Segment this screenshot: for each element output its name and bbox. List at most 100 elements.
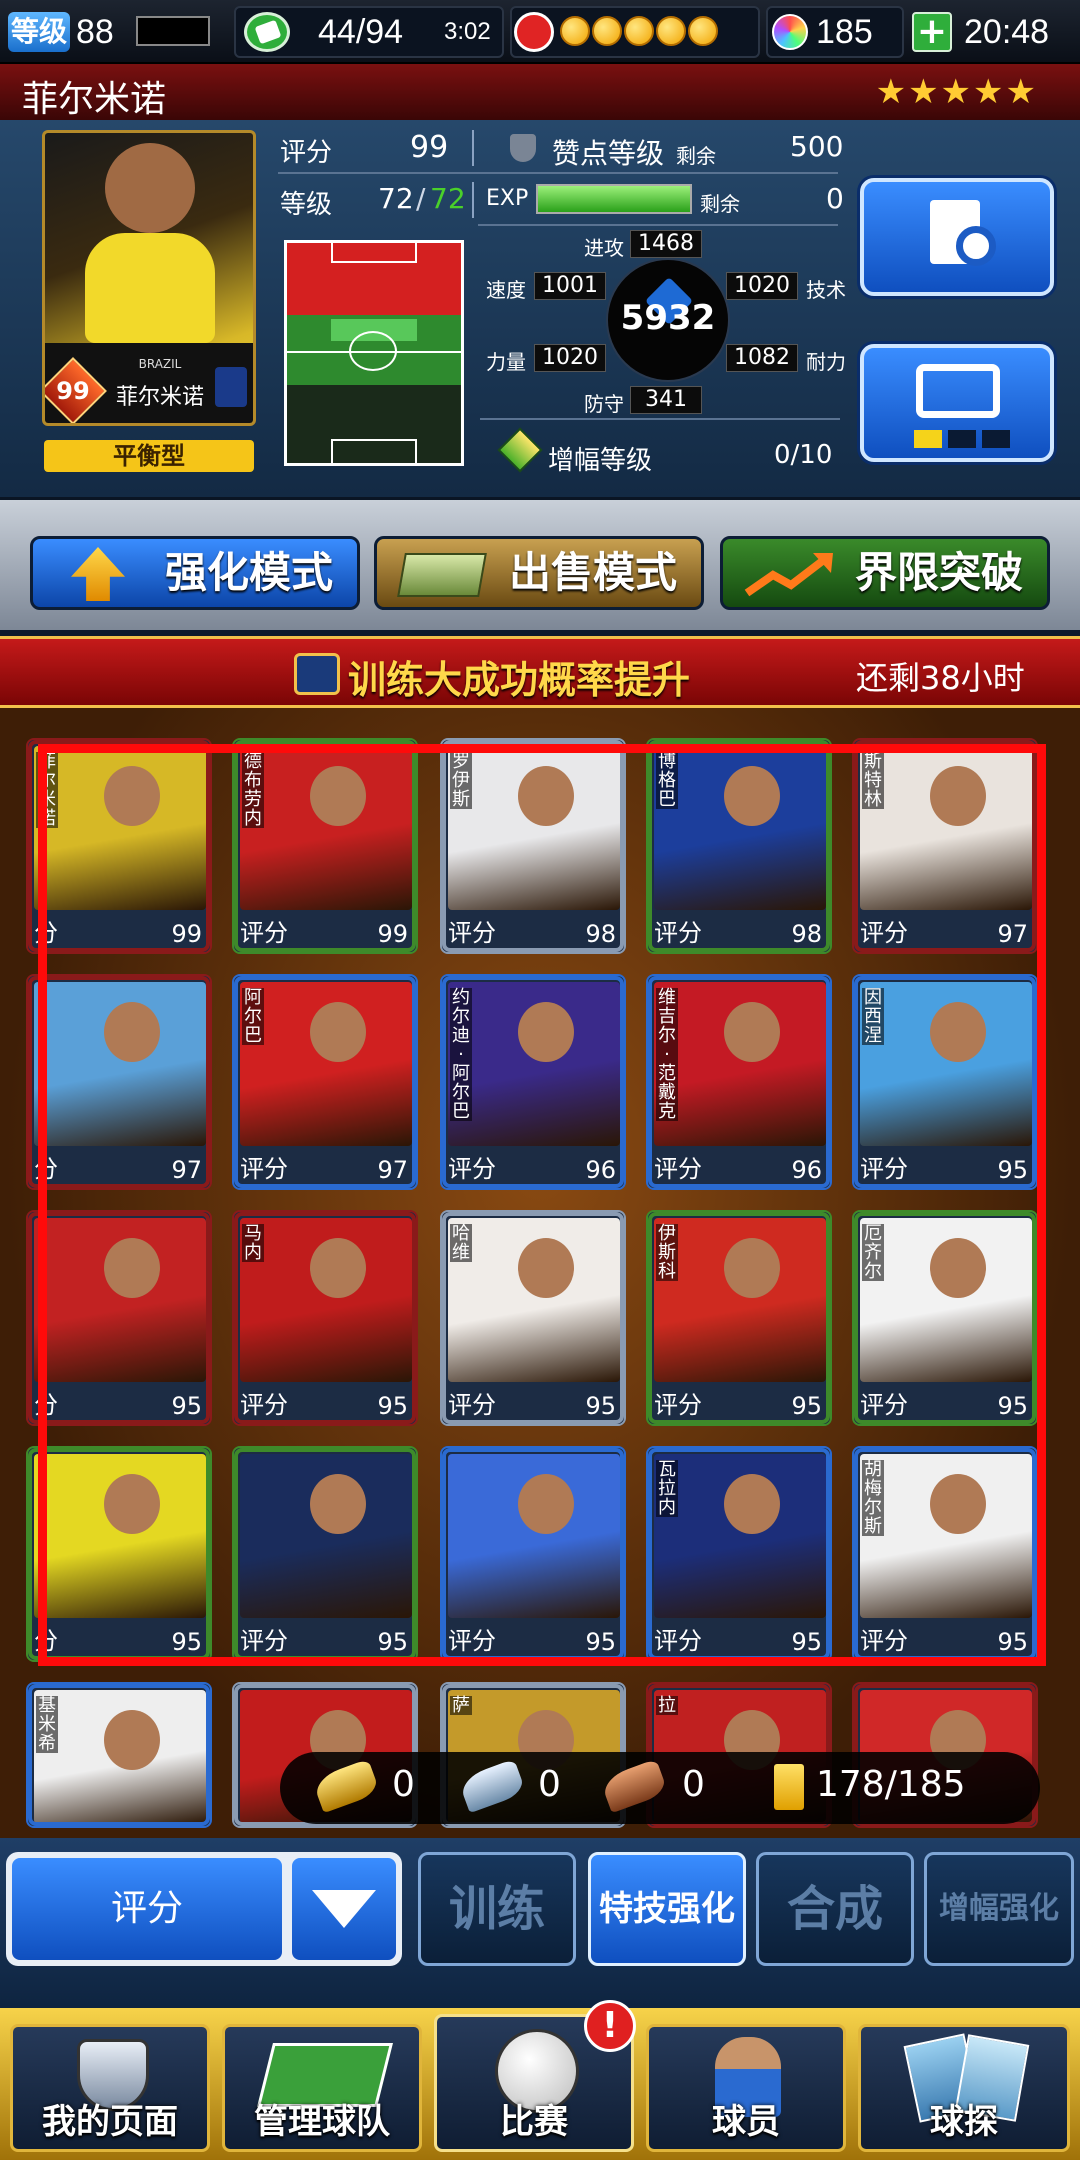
player-portrait — [105, 143, 195, 233]
banner-remaining: 还剩38小时 — [856, 659, 1025, 697]
defense-value: 341 — [630, 386, 702, 414]
card-name: 菲尔米诺 — [115, 385, 204, 410]
nav-manage-team[interactable]: 管理球队 — [222, 2024, 422, 2152]
event-banner: 训练大成功概率提升 还剩38小时 — [0, 636, 1080, 708]
gold-boot-count: 0 — [392, 1764, 415, 1805]
rating-value: 99 — [410, 130, 449, 165]
swap-arrows-icon — [916, 364, 1000, 418]
nav-scout[interactable]: 球探 — [858, 2024, 1070, 2152]
nav-players[interactable]: 球员 — [646, 2024, 846, 2152]
cbf-badge-icon — [215, 367, 247, 407]
gold-boot-icon — [311, 1758, 381, 1814]
exp-label: EXP — [486, 186, 529, 211]
attack-label: 进攻 — [584, 236, 624, 260]
merge-button[interactable]: 合成 — [756, 1852, 914, 1966]
stamina-label: 耐力 — [806, 350, 846, 374]
ball-shop-icon[interactable] — [514, 12, 554, 52]
exp-bar — [536, 184, 692, 214]
bronze-boot-count: 0 — [682, 1764, 705, 1805]
level-progress-bar — [136, 16, 210, 46]
boost-value: 0/10 — [774, 440, 833, 470]
bronze-boot-icon — [599, 1758, 669, 1814]
divider — [472, 130, 474, 166]
player-jersey — [85, 233, 215, 343]
divider — [480, 418, 840, 420]
praise-label: 赞点等级 — [552, 137, 665, 170]
praise-remaining-label: 剩余 — [676, 144, 716, 168]
position-field — [284, 240, 464, 466]
divider — [278, 172, 838, 174]
chevron-down-icon — [312, 1890, 376, 1928]
energy-value: 44/94 — [318, 13, 404, 51]
resource-bar: 0 0 0 178/185 — [280, 1752, 1040, 1824]
boost-enhance-button[interactable]: 增幅强化 — [924, 1852, 1074, 1966]
enhance-mode-button[interactable]: 强化模式 — [30, 536, 360, 610]
divider — [472, 182, 474, 218]
skill-value: 1020 — [726, 272, 798, 300]
coin-row — [560, 16, 720, 46]
status-bar: 等级 88 44/94 3:02 185 + 20:48 — [0, 0, 1080, 64]
exp-remaining: 0 — [826, 182, 844, 215]
power-label: 力量 — [486, 350, 526, 374]
sell-mode-button[interactable]: 出售模式 — [374, 536, 704, 610]
rating-label: 评分 — [280, 138, 333, 168]
energy-icon — [244, 12, 290, 52]
play-style-badge: 平衡型 — [44, 440, 254, 472]
defense-label: 防守 — [584, 392, 624, 416]
praise-shield-icon — [510, 134, 536, 162]
card-rating: 99 — [56, 377, 90, 405]
trophy-shirt-icon — [294, 653, 340, 695]
exp-bar-fill — [538, 186, 690, 212]
magnifier-icon — [956, 226, 996, 266]
coin-icon — [592, 16, 622, 46]
rarity-stars: ★★★★★ — [875, 72, 1038, 112]
player-card-image[interactable]: 99 BRAZIL 菲尔米诺 — [42, 130, 256, 426]
silver-boot-count: 0 — [538, 1764, 561, 1805]
gem-icon — [772, 14, 808, 50]
card-frame — [28, 1684, 210, 1826]
skill-enhance-button[interactable]: 特技强化 — [588, 1852, 746, 1966]
praise-remaining: 500 — [790, 130, 844, 163]
silver-boot-icon — [457, 1758, 527, 1814]
level-current: 72 — [378, 182, 414, 215]
coin-icon — [656, 16, 686, 46]
total-power: 5932 — [620, 298, 716, 338]
selection-highlight — [38, 744, 1046, 1666]
player-card[interactable]: 基米希 — [26, 1682, 212, 1828]
coin-icon — [688, 16, 718, 46]
exp-remaining-label: 剩余 — [700, 192, 740, 216]
sort-button[interactable]: 评分 — [12, 1858, 282, 1960]
total-power-ring: 5932 — [606, 258, 730, 382]
coin-icon — [560, 16, 590, 46]
arrows-up-icon — [71, 547, 125, 601]
level-value: 88 — [76, 13, 114, 51]
level-badge: 等级 — [8, 12, 70, 52]
coin-icon — [624, 16, 654, 46]
sort-dropdown-button[interactable] — [292, 1858, 396, 1960]
boost-label: 增幅等级 — [548, 446, 653, 476]
train-button[interactable]: 训练 — [418, 1852, 576, 1966]
stamina-value: 1082 — [726, 344, 798, 372]
player-name: 菲尔米诺 — [22, 79, 167, 120]
power-value: 1020 — [534, 344, 606, 372]
player-name-bar: 菲尔米诺 ★★★★★ — [0, 64, 1080, 120]
attack-value: 1468 — [630, 230, 702, 258]
card-country: BRAZIL — [138, 357, 182, 371]
energy-timer: 3:02 — [444, 18, 491, 45]
banner-title: 训练大成功概率提升 — [348, 658, 691, 702]
swap-card-button[interactable] — [860, 344, 1054, 462]
card-capacity-icon — [774, 1764, 804, 1810]
nav-my-page[interactable]: 我的页面 — [10, 2024, 210, 2152]
player-detail-button[interactable] — [860, 178, 1054, 296]
divider — [478, 224, 838, 226]
speed-value: 1001 — [534, 272, 606, 300]
skill-label: 技术 — [806, 278, 846, 302]
level-max: 72 — [430, 182, 466, 215]
limit-break-button[interactable]: 界限突破 — [720, 536, 1050, 610]
trend-up-icon — [743, 551, 835, 599]
add-gems-icon[interactable]: + — [912, 12, 952, 52]
gems-value: 185 — [816, 13, 873, 51]
card-capacity: 178/185 — [816, 1764, 966, 1805]
clock: 20:48 — [964, 13, 1050, 51]
cash-icon — [397, 553, 487, 597]
